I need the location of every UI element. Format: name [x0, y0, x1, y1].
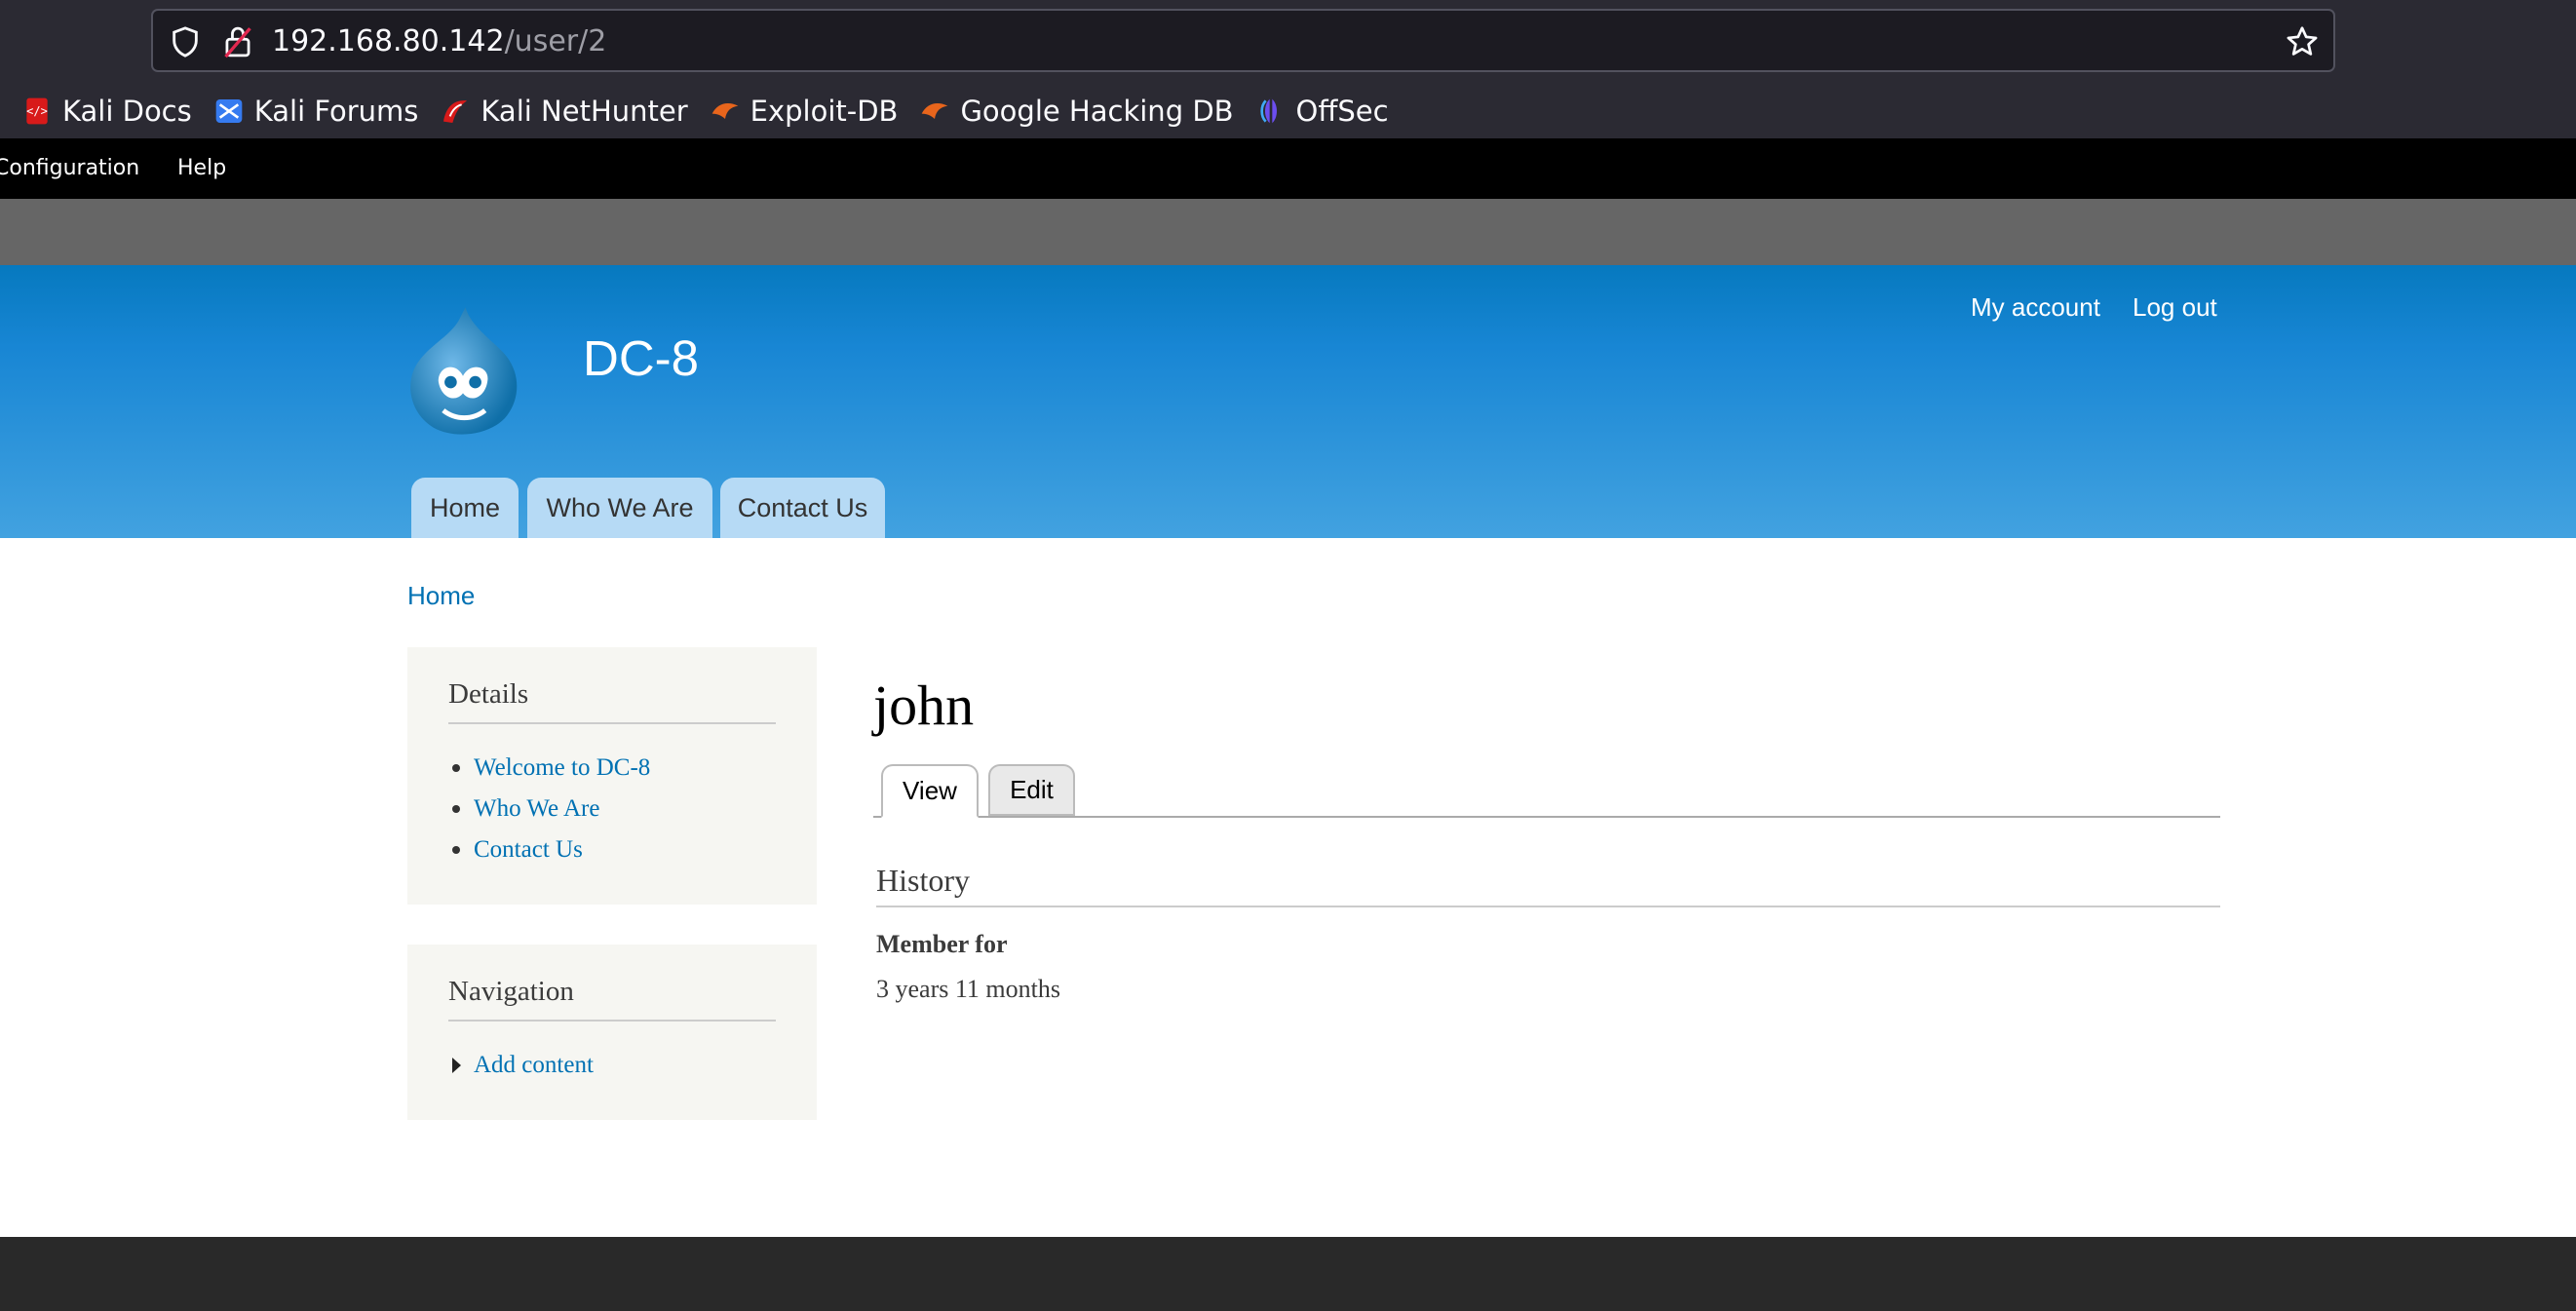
bookmark-label: Kali NetHunter: [481, 94, 688, 128]
bullet: [452, 846, 460, 854]
details-item-contact-us[interactable]: Contact Us: [448, 829, 650, 870]
bookmark-label: OffSec: [1295, 94, 1389, 128]
shield-icon[interactable]: [169, 25, 202, 58]
bookmark-label: Google Hacking DB: [960, 94, 1234, 128]
bookmark-kali-forums[interactable]: Kali Forums: [213, 94, 419, 128]
kali-forums-icon: [215, 98, 243, 123]
url-text[interactable]: 192.168.80.142/user/2: [272, 22, 606, 61]
history-divider: [876, 906, 2220, 907]
my-account-link[interactable]: My account: [1971, 292, 2100, 323]
bookmark-exploit-db[interactable]: Exploit-DB: [710, 94, 899, 128]
details-block-title: Details: [448, 678, 529, 710]
main-menu-home[interactable]: Home: [411, 478, 519, 538]
page-title: john: [873, 674, 975, 737]
url-bar[interactable]: 192.168.80.142/user/2: [151, 9, 2335, 72]
main-menu-contact-us[interactable]: Contact Us: [720, 478, 885, 538]
member-for-label: Member for: [876, 930, 1008, 958]
navigation-block: Navigation Add content: [407, 945, 817, 1120]
bullet: [452, 805, 460, 813]
tab-view[interactable]: View: [881, 764, 979, 818]
url-host: 192.168.80.142: [272, 24, 505, 58]
browser-toolbar: 192.168.80.142/user/2: [0, 0, 2576, 83]
bookmarks-toolbar: </> Kali Docs Kali Forums Kali NetHunter…: [0, 83, 2576, 138]
bullet: [452, 764, 460, 772]
offsec-icon: [1259, 97, 1277, 124]
details-list: Welcome to DC-8 Who We Are Contact Us: [448, 748, 650, 870]
admin-shortcut-bar: [0, 199, 2576, 265]
tabs-divider: [873, 816, 2220, 818]
details-item-welcome[interactable]: Welcome to DC-8: [448, 748, 650, 789]
tab-edit[interactable]: Edit: [988, 764, 1075, 816]
drupal-logo[interactable]: [402, 304, 524, 441]
history-heading: History: [876, 863, 970, 898]
bookmark-label: Kali Docs: [62, 94, 192, 128]
bookmark-label: Kali Forums: [253, 94, 419, 128]
navigation-block-title: Navigation: [448, 976, 574, 1007]
details-item-who-we-are[interactable]: Who We Are: [448, 789, 650, 829]
url-path: /user/2: [504, 24, 607, 58]
member-for-value: 3 years 11 months: [876, 975, 1060, 1003]
admin-toolbar: Configuration Help: [0, 138, 2576, 199]
site-name[interactable]: DC-8: [583, 329, 699, 387]
navigation-list: Add content: [448, 1045, 594, 1086]
exploit-db-icon: [711, 102, 738, 119]
bookmark-offsec[interactable]: OffSec: [1255, 95, 1389, 128]
site-header: DC-8 My account Log out Home Who We Are …: [0, 265, 2576, 538]
details-divider: [448, 722, 776, 724]
admin-menu-help[interactable]: Help: [177, 155, 226, 182]
bookmark-star-icon[interactable]: [2285, 24, 2320, 59]
bookmark-label: Exploit-DB: [750, 94, 899, 128]
insecure-lock-icon[interactable]: [221, 24, 254, 59]
svg-text:</>: </>: [26, 104, 48, 118]
site-footer: [0, 1237, 2576, 1311]
breadcrumb-home[interactable]: Home: [407, 581, 475, 611]
kali-docs-icon: </>: [26, 97, 48, 124]
details-block: Details Welcome to DC-8 Who We Are Conta…: [407, 647, 817, 905]
bookmark-kali-docs[interactable]: </> Kali Docs: [21, 95, 192, 128]
log-out-link[interactable]: Log out: [2133, 292, 2217, 323]
bookmark-google-hacking-db[interactable]: Google Hacking DB: [919, 94, 1234, 128]
navigation-divider: [448, 1020, 776, 1022]
collapsed-arrow-icon: [452, 1058, 461, 1073]
bookmark-kali-nethunter[interactable]: Kali NetHunter: [440, 94, 688, 128]
kali-nethunter-icon: [443, 99, 468, 123]
google-hacking-db-icon: [922, 102, 948, 119]
admin-menu-configuration[interactable]: Configuration: [0, 155, 139, 182]
main-menu-who-we-are[interactable]: Who We Are: [527, 478, 712, 538]
nav-item-add-content[interactable]: Add content: [448, 1045, 594, 1086]
